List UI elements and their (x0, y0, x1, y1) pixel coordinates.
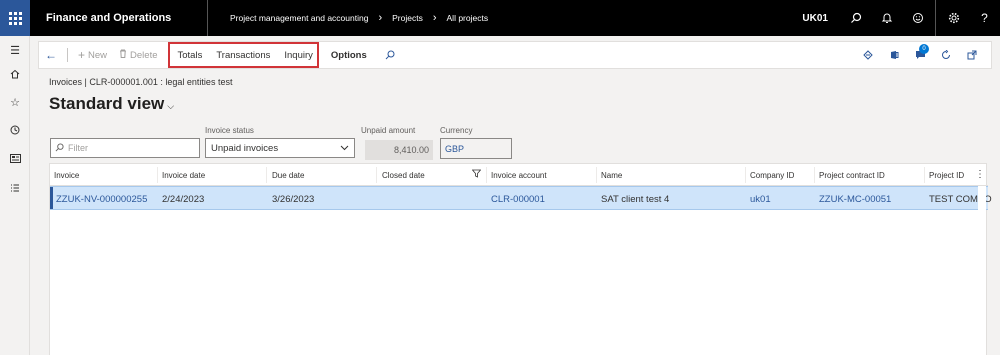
notification-badge: 0 (919, 44, 929, 54)
highlight-annotation (168, 42, 319, 68)
company-picker[interactable]: UK01 (790, 13, 840, 24)
column-header-invoice-account[interactable]: Invoice account (491, 171, 547, 180)
back-arrow-icon[interactable]: ← (39, 41, 63, 69)
filter-input[interactable]: Filter (50, 138, 200, 158)
hamburger-icon[interactable]: ☰ (0, 44, 30, 57)
view-selector[interactable]: Standard view ⌵ (49, 94, 174, 114)
plus-icon: + (78, 48, 86, 62)
row-selected-marker (50, 187, 53, 209)
invoice-status-select[interactable]: Unpaid invoices (205, 138, 355, 158)
popout-icon[interactable] (959, 41, 985, 69)
column-separator (486, 167, 487, 183)
column-separator (157, 167, 158, 183)
chevron-down-icon (340, 144, 349, 153)
list-icon[interactable] (0, 183, 30, 196)
cell-project-contract-id[interactable]: ZZUK-MC-00051 (819, 194, 891, 205)
search-icon[interactable] (840, 0, 871, 36)
invoice-status-label: Invoice status (205, 126, 254, 135)
filter-placeholder: Filter (68, 143, 88, 153)
column-header-company-id[interactable]: Company ID (750, 171, 794, 180)
trash-icon (119, 49, 127, 61)
column-separator (376, 167, 377, 183)
chat-icon[interactable]: 0 (907, 41, 933, 69)
action-pane-right: 0 (855, 41, 991, 69)
column-header-due-date[interactable]: Due date (272, 171, 304, 180)
cell-invoice[interactable]: ZZUK-NV-000000255 (56, 194, 147, 205)
chevron-right-icon: › (432, 12, 437, 24)
column-header-invoice[interactable]: Invoice (54, 171, 79, 180)
cell-invoice-account[interactable]: CLR-000001 (491, 194, 545, 205)
chevron-right-icon: › (378, 12, 383, 24)
column-header-project-contract-id[interactable]: Project contract ID (819, 171, 885, 180)
divider (67, 48, 68, 62)
app-title[interactable]: Finance and Operations (30, 0, 208, 36)
main-content: Invoices | CLR-000001.001 : legal entiti… (38, 70, 1000, 355)
page-title: Standard view (49, 94, 165, 113)
cell-company-id[interactable]: uk01 (750, 194, 771, 205)
currency-label: Currency (440, 126, 473, 135)
navigation-rail: ☰ ☆ (0, 36, 30, 355)
top-bar: Finance and Operations Project managemen… (0, 0, 1000, 36)
invoice-status-value: Unpaid invoices (211, 142, 279, 154)
star-icon[interactable]: ☆ (0, 96, 30, 109)
office-icon[interactable] (881, 41, 907, 69)
column-header-project-id[interactable]: Project ID (929, 171, 964, 180)
column-separator (266, 167, 267, 183)
unpaid-amount-field: 8,410.00 (365, 140, 433, 160)
column-separator (596, 167, 597, 183)
more-options-icon[interactable]: ⋮ (975, 169, 985, 180)
help-icon[interactable]: ? (969, 0, 1000, 36)
search-icon[interactable] (379, 41, 401, 69)
gear-icon[interactable] (938, 0, 969, 36)
home-icon[interactable] (0, 69, 30, 82)
column-separator (924, 167, 925, 183)
column-separator (814, 167, 815, 183)
breadcrumb-item-project-management[interactable]: Project management and accounting (230, 13, 368, 23)
table-row[interactable]: ZZUK-NV-000000255 2/24/2023 3/26/2023 CL… (50, 186, 992, 210)
waffle-icon (8, 11, 22, 25)
unpaid-amount-label: Unpaid amount (361, 126, 416, 135)
vertical-scrollbar[interactable] (978, 186, 986, 355)
diamond-icon[interactable] (855, 41, 881, 69)
breadcrumb-item-projects[interactable]: Projects (392, 13, 423, 23)
workspace-icon[interactable] (0, 154, 30, 166)
column-header-closed-date[interactable]: Closed date (382, 171, 425, 180)
search-icon (55, 142, 64, 154)
grid-header: Invoice Invoice date Due date Closed dat… (50, 164, 988, 186)
divider (935, 0, 936, 36)
bell-icon[interactable] (871, 0, 902, 36)
filter-funnel-icon[interactable] (471, 169, 482, 180)
smiley-icon[interactable] (902, 0, 933, 36)
delete-button[interactable]: Delete (113, 41, 163, 69)
new-button[interactable]: + New (72, 41, 113, 69)
currency-field[interactable]: GBP (440, 138, 512, 159)
breadcrumb: Project management and accounting › Proj… (230, 12, 488, 24)
clock-icon[interactable] (0, 125, 30, 138)
breadcrumb-item-all-projects[interactable]: All projects (447, 13, 489, 23)
page-breadcrumb: Invoices | CLR-000001.001 : legal entiti… (49, 77, 233, 87)
column-separator (745, 167, 746, 183)
top-right-controls: UK01 ? (790, 0, 1000, 36)
cell-due-date: 3/26/2023 (272, 194, 315, 205)
invoices-grid: Invoice Invoice date Due date Closed dat… (49, 163, 992, 355)
column-header-name[interactable]: Name (601, 171, 622, 180)
tab-options[interactable]: Options (325, 41, 373, 69)
column-header-invoice-date[interactable]: Invoice date (162, 171, 205, 180)
refresh-icon[interactable] (933, 41, 959, 69)
app-launcher-button[interactable] (0, 0, 30, 36)
chevron-down-icon: ⌵ (167, 101, 175, 111)
cell-invoice-date: 2/24/2023 (162, 194, 205, 205)
cell-name: SAT client test 4 (601, 194, 670, 205)
